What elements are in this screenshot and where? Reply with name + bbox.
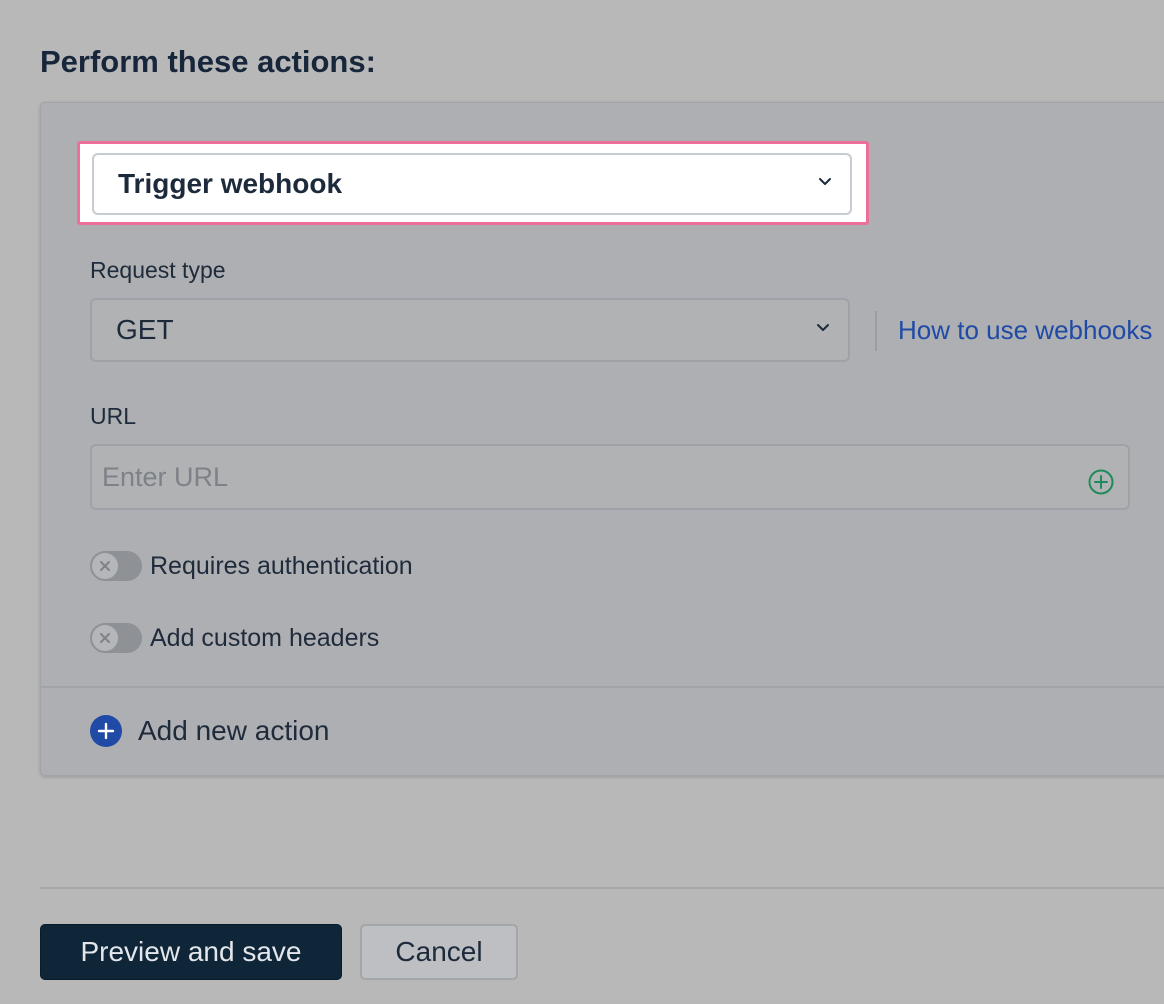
toggle-knob [92, 553, 118, 579]
add-new-action-label: Add new action [138, 715, 330, 746]
action-type-select[interactable]: Trigger webhook [92, 153, 852, 215]
request-type-label: Request type [90, 257, 226, 283]
url-input[interactable] [90, 444, 1130, 510]
add-new-action-button[interactable]: Add new action [90, 715, 329, 747]
add-custom-headers-row: Add custom headers [90, 621, 379, 655]
close-icon [100, 633, 110, 643]
requires-authentication-label: Requires authentication [150, 551, 413, 580]
cancel-button[interactable]: Cancel [360, 924, 518, 980]
action-type-value: Trigger webhook [118, 168, 343, 199]
plus-circle-icon[interactable] [1087, 468, 1115, 496]
close-icon [100, 561, 110, 571]
requires-authentication-row: Requires authentication [90, 549, 413, 583]
section-title: Perform these actions: [40, 44, 376, 79]
page-divider [40, 887, 1164, 889]
request-type-value: GET [116, 314, 174, 345]
chevron-down-icon [819, 178, 831, 185]
url-label: URL [90, 403, 137, 429]
card-divider [41, 686, 1164, 688]
preview-and-save-button[interactable]: Preview and save [40, 924, 342, 980]
requires-authentication-toggle[interactable] [90, 551, 142, 581]
action-card: Trigger webhook Request type GET How to … [40, 102, 1164, 776]
how-to-use-webhooks-link[interactable]: How to use webhooks [898, 315, 1152, 346]
toggle-knob [92, 625, 118, 651]
plus-circle-icon [90, 715, 122, 747]
vertical-divider [875, 311, 877, 351]
request-type-select[interactable]: GET [90, 298, 850, 362]
action-type-highlight: Trigger webhook [77, 141, 869, 225]
chevron-down-icon [817, 324, 829, 331]
add-custom-headers-toggle[interactable] [90, 623, 142, 653]
add-custom-headers-label: Add custom headers [150, 623, 380, 652]
